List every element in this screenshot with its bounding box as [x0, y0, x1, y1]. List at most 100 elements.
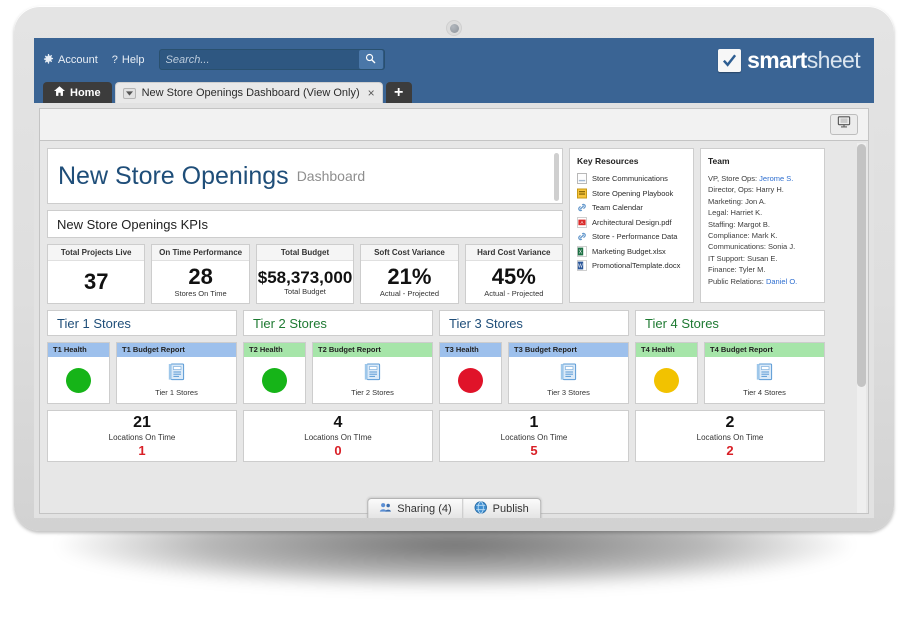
tier-budget-report-card[interactable]: T3 Budget Report Tier 3 Stores	[508, 342, 629, 404]
team-member-row: Marketing: Jon A.	[708, 196, 818, 207]
workspace: New Store Openings Dashboard New Store O…	[34, 103, 874, 518]
team-role: Communications:	[708, 242, 766, 252]
globe-icon	[474, 501, 488, 517]
tier-report-body: Tier 2 Stores	[313, 357, 432, 403]
kpi-card-soft-cost-variance[interactable]: Soft Cost Variance 21% Actual - Projecte…	[360, 244, 459, 304]
tier-title: Tier 3 Stores	[439, 310, 629, 336]
kpi-body: $58,373,000 Total Budget	[258, 261, 353, 303]
link-icon	[577, 202, 587, 213]
resource-label: Team Calendar	[592, 203, 643, 212]
report-link-label[interactable]: Tier 4 Stores	[743, 388, 786, 397]
tab-home-label: Home	[70, 86, 101, 99]
svg-text:W: W	[578, 263, 583, 269]
tier-report-header: T4 Budget Report	[705, 343, 824, 357]
tier-column-1: Tier 1 Stores T1 Health T1 Budget Report	[47, 310, 237, 462]
team-heading: Team	[708, 156, 730, 166]
search-box[interactable]	[158, 49, 385, 70]
alert-value: 0	[334, 443, 342, 459]
kpi-card-total-projects-live[interactable]: Total Projects Live 37	[47, 244, 146, 304]
tier-budget-report-card[interactable]: T4 Budget Report Tier 4 Stores	[704, 342, 825, 404]
on-time-label: Locations On TIme	[304, 433, 372, 443]
team-member-name: Sonia J.	[768, 242, 796, 252]
kpi-body: 37	[84, 261, 108, 303]
alert-value: 2	[726, 443, 734, 459]
tier-on-time-card[interactable]: 4 Locations On TIme 0	[243, 410, 433, 462]
on-time-value: 21	[133, 413, 151, 431]
close-icon[interactable]: ×	[366, 86, 375, 100]
team-member-row: Finance: Tyler M.	[708, 264, 818, 275]
people-icon	[379, 502, 392, 516]
tab-home[interactable]: Home	[43, 82, 112, 103]
tier-cards: T1 Health T1 Budget Report Tier 1 Stores	[47, 342, 237, 404]
publish-button[interactable]: Publish	[464, 499, 540, 518]
team-role: VP, Store Ops:	[708, 174, 758, 183]
gear-icon	[43, 54, 54, 65]
alert-value: 1	[138, 443, 146, 459]
team-member-name[interactable]: Jerome S.	[759, 174, 793, 183]
tab-dashboard[interactable]: New Store Openings Dashboard (View Only)…	[114, 82, 383, 103]
logo-brand-bold: smart	[747, 47, 807, 73]
resource-item-store-opening-playbook[interactable]: Store Opening Playbook	[577, 188, 687, 199]
team-member-row: Staffing: Margot B.	[708, 219, 818, 230]
resource-item-architectural-design-pdf[interactable]: A Architectural Design.pdf	[577, 216, 687, 228]
resource-item-promotional-template-docx[interactable]: W PromotionalTemplate.docx	[577, 260, 687, 271]
tier-health-card[interactable]: T2 Health	[243, 342, 306, 404]
team-role: Legal:	[708, 208, 729, 218]
team-role: Compliance:	[708, 231, 750, 241]
team-role: Finance:	[708, 265, 737, 275]
tier-budget-report-card[interactable]: T2 Budget Report Tier 2 Stores	[312, 342, 433, 404]
tier-report-header: T1 Budget Report	[117, 343, 236, 357]
report-link-label[interactable]: Tier 2 Stores	[351, 388, 394, 397]
help-menu[interactable]: ? Help	[112, 54, 145, 66]
dashboard-title-widget: New Store Openings Dashboard	[47, 148, 563, 204]
report-icon	[560, 363, 577, 386]
tier-on-time-card[interactable]: 21 Locations On Time 1	[47, 410, 237, 462]
view-mode-button[interactable]	[830, 114, 858, 135]
resource-item-marketing-budget-xlsx[interactable]: X Marketing Budget.xlsx	[577, 245, 687, 257]
tier-report-body: Tier 3 Stores	[509, 357, 628, 403]
alert-value: 5	[530, 443, 538, 459]
kpi-value: 45%	[491, 264, 536, 289]
kpi-note: Actual - Projected	[484, 289, 544, 298]
search-button[interactable]	[358, 50, 383, 69]
sharing-button[interactable]: Sharing (4)	[368, 499, 462, 518]
team-member-name: Tyler M.	[738, 265, 766, 275]
title-widget-scrollbar[interactable]	[554, 153, 559, 201]
resource-item-store-communications[interactable]: Store Communications	[577, 173, 687, 184]
resource-item-store-performance-data[interactable]: Store - Performance Data	[577, 231, 687, 242]
tier-health-card[interactable]: T1 Health	[47, 342, 110, 404]
account-menu[interactable]: Account	[43, 54, 98, 66]
tier-budget-report-card[interactable]: T1 Budget Report Tier 1 Stores	[116, 342, 237, 404]
dashboard-scrollbar-thumb[interactable]	[857, 144, 866, 387]
team-member-name[interactable]: Daniel O.	[766, 277, 797, 286]
health-status-indicator	[654, 367, 679, 393]
new-tab-button[interactable]: +	[385, 82, 412, 103]
resource-item-team-calendar[interactable]: Team Calendar	[577, 202, 687, 213]
on-time-value: 1	[529, 413, 539, 431]
team-member-row: VP, Store Ops: Jerome S.	[708, 173, 818, 184]
kpi-card-total-budget[interactable]: Total Budget $58,373,000 Total Budget	[255, 244, 355, 304]
report-link-label[interactable]: Tier 1 Stores	[155, 388, 198, 397]
team-role: Public Relations:	[708, 276, 764, 286]
tier-on-time-card[interactable]: 1 Locations On Time 5	[439, 410, 629, 462]
on-time-value: 4	[333, 413, 343, 431]
tier-health-body	[244, 357, 305, 403]
kpi-card-hard-cost-variance[interactable]: Hard Cost Variance 45% Actual - Projecte…	[464, 244, 564, 304]
tier-health-card[interactable]: T4 Health	[635, 342, 698, 404]
monitor-icon	[837, 115, 851, 134]
resource-label: Store Opening Playbook	[592, 188, 674, 198]
kpi-card-on-time-performance[interactable]: On Time Performance 28 Stores On Time	[151, 244, 250, 304]
tablet-screen: Account ? Help smartsheet	[34, 38, 874, 518]
tier-report-header: T2 Budget Report	[313, 343, 432, 357]
tier-cards: T4 Health T4 Budget Report Tier 4 Stores	[635, 342, 825, 404]
tier-health-body	[636, 357, 697, 403]
kpi-value: 37	[83, 268, 109, 294]
tier-health-card[interactable]: T3 Health	[439, 342, 502, 404]
team-member-name: Susan E.	[747, 253, 778, 263]
search-input[interactable]	[159, 53, 359, 66]
tier-on-time-card[interactable]: 2 Locations On Time 2	[635, 410, 825, 462]
tier-title: Tier 2 Stores	[243, 310, 433, 336]
page-title: New Store Openings	[58, 161, 289, 190]
chevron-down-icon[interactable]	[122, 87, 136, 99]
report-link-label[interactable]: Tier 3 Stores	[547, 388, 590, 397]
